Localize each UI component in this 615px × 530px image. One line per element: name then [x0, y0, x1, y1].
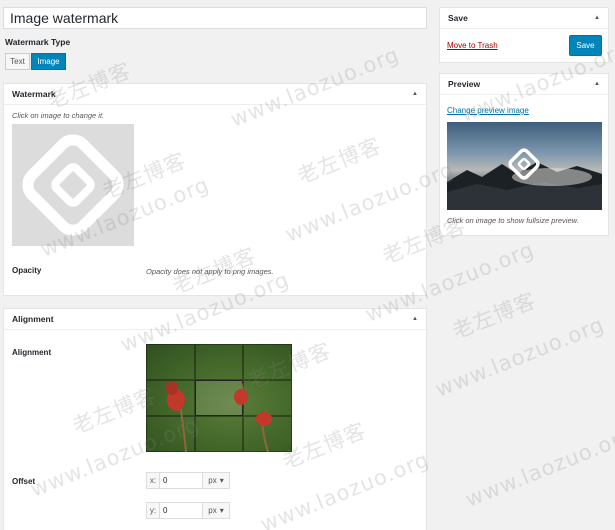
offset-x-field: x: 0 px ▾: [146, 472, 230, 489]
opacity-label: Opacity: [12, 266, 42, 275]
preview-panel-header[interactable]: Preview ▲: [440, 74, 608, 95]
change-preview-link[interactable]: Change preview image: [447, 106, 529, 115]
berries-image: [166, 381, 272, 452]
preview-panel: Preview ▲ Change preview image Click on …: [439, 73, 609, 236]
overlay-watermark-url: www.laozuo.org: [462, 422, 615, 512]
preview-note: Click on image to show fullsize preview.: [447, 216, 579, 225]
preview-panel-title: Preview: [448, 79, 481, 89]
offset-x-input[interactable]: 0: [160, 476, 202, 485]
offset-x-unit-select[interactable]: px ▾: [202, 473, 229, 488]
watermark-panel-header[interactable]: Watermark ▲: [4, 84, 426, 105]
offset-y-unit-select[interactable]: px ▾: [202, 503, 229, 518]
alignment-panel-title: Alignment: [12, 314, 54, 324]
watermark-logo-icon: [22, 134, 124, 236]
watermark-panel: Watermark ▲ Click on image to change it.…: [3, 83, 427, 296]
offset-x-axis: x:: [147, 473, 160, 488]
alignment-panel-header[interactable]: Alignment ▲: [4, 309, 426, 330]
watermark-panel-title: Watermark: [12, 89, 56, 99]
alignment-panel: Alignment ▲ Alignment Offset x: 0 px ▾ y:…: [3, 308, 427, 530]
offset-label: Offset: [12, 477, 36, 486]
offset-x-unit: px: [208, 476, 217, 485]
preview-image[interactable]: [447, 122, 602, 210]
overlay-watermark-cn: 老左博客: [449, 288, 540, 344]
type-text-button[interactable]: Text: [5, 53, 30, 70]
opacity-note: Opacity does not apply to png images.: [146, 267, 274, 276]
watermark-hint: Click on image to change it.: [12, 111, 105, 120]
offset-y-input[interactable]: 0: [160, 506, 202, 515]
dropdown-arrow-icon: ▾: [219, 476, 224, 485]
save-panel-title: Save: [448, 13, 468, 23]
collapse-caret-icon[interactable]: ▲: [594, 81, 600, 87]
save-button[interactable]: Save: [569, 35, 602, 56]
type-image-button[interactable]: Image: [31, 53, 66, 70]
overlay-watermark-url: www.laozuo.org: [432, 312, 608, 402]
watermark-image[interactable]: [12, 124, 134, 246]
offset-y-axis: y:: [147, 503, 160, 518]
offset-y-unit: px: [208, 506, 217, 515]
alignment-label: Alignment: [12, 348, 52, 357]
move-to-trash-link[interactable]: Move to Trash: [447, 41, 498, 50]
mountain-preview-image: [447, 148, 602, 210]
alignment-grid: [146, 344, 292, 452]
collapse-caret-icon[interactable]: ▲: [412, 91, 418, 97]
dropdown-arrow-icon: ▾: [219, 506, 224, 515]
save-panel-header[interactable]: Save ▲: [440, 8, 608, 29]
save-panel: Save ▲ Move to Trash Save: [439, 7, 609, 63]
offset-y-field: y: 0 px ▾: [146, 502, 230, 519]
title-input[interactable]: Image watermark: [3, 7, 427, 29]
watermark-type-label: Watermark Type: [5, 37, 71, 47]
collapse-caret-icon[interactable]: ▲: [412, 316, 418, 322]
collapse-caret-icon[interactable]: ▲: [594, 15, 600, 21]
